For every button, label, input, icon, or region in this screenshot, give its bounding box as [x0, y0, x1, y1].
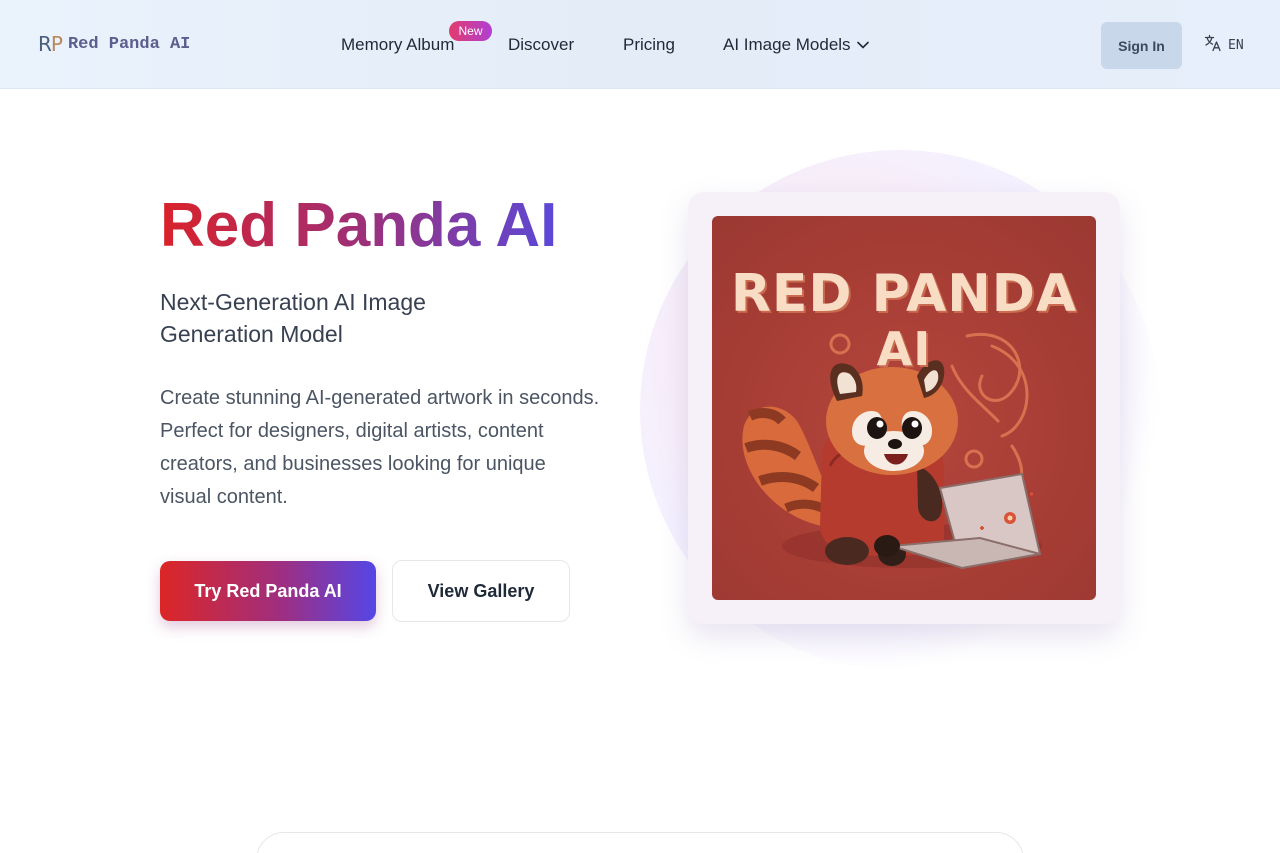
- artwork-title-line2: AI: [876, 322, 932, 376]
- nav-memory-album[interactable]: Memory Album: [341, 35, 454, 55]
- artwork-title-line1: RED PANDA: [730, 264, 1078, 324]
- hero-description: Create stunning AI-generated artwork in …: [160, 387, 600, 508]
- logo[interactable]: RP Red Panda AI: [38, 34, 190, 54]
- nav-pricing[interactable]: Pricing: [623, 35, 675, 55]
- language-switcher[interactable]: EN: [1204, 34, 1244, 56]
- red-panda-artwork: RED PANDA AI: [712, 216, 1096, 600]
- sign-in-button[interactable]: Sign In: [1101, 22, 1182, 69]
- view-gallery-button[interactable]: View Gallery: [392, 560, 570, 622]
- chevron-down-icon: [856, 41, 869, 49]
- nav-discover[interactable]: Discover: [508, 35, 574, 55]
- logo-text: Red Panda AI: [67, 34, 191, 54]
- new-badge: New: [449, 21, 492, 41]
- language-label: EN: [1228, 37, 1244, 53]
- nav-ai-image-models-dropdown[interactable]: AI Image Models: [723, 35, 869, 55]
- top-navigation-bar: RP Red Panda AI Memory Album New Discove…: [0, 0, 1280, 89]
- hero-subtitle: Next-Generation AI Image Generation Mode…: [160, 289, 426, 347]
- logo-mark-icon: RP: [38, 32, 63, 56]
- nav-ai-image-models-label: AI Image Models: [723, 35, 851, 54]
- try-red-panda-ai-button[interactable]: Try Red Panda AI: [160, 561, 376, 621]
- hero-title: Red Panda AI: [160, 191, 558, 260]
- translate-icon: [1204, 34, 1222, 56]
- next-section-card: [256, 832, 1024, 853]
